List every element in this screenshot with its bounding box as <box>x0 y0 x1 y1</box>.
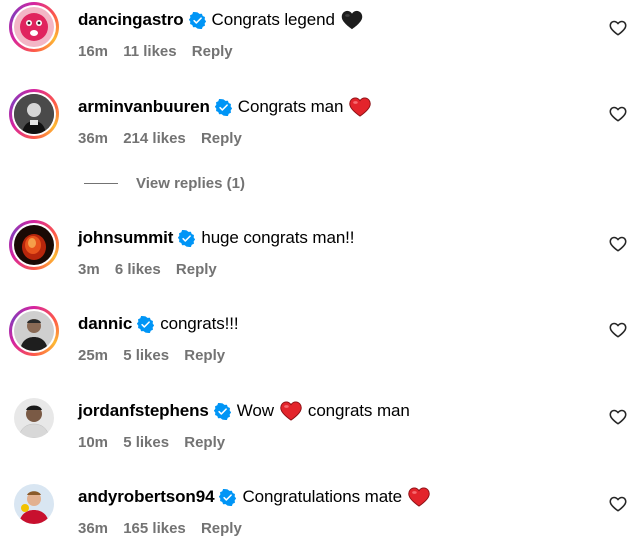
pink-smiley-avatar-icon <box>14 7 54 47</box>
view-replies-label: View replies (1) <box>136 174 245 192</box>
username[interactable]: dancingastro <box>78 9 184 31</box>
comment-item: andyrobertson94 Congratulations mate 36m… <box>0 479 634 539</box>
comment-text: Congratulations mate <box>242 487 403 506</box>
reply-button[interactable]: Reply <box>201 130 242 147</box>
username[interactable]: arminvanbuuren <box>78 96 210 118</box>
comment-text: congrats man <box>307 401 410 420</box>
reply-button[interactable]: Reply <box>184 434 225 451</box>
like-heart-icon[interactable] <box>609 106 627 122</box>
username[interactable]: jordanfstephens <box>78 400 209 422</box>
comment-time: 36m <box>78 130 109 147</box>
likes-count[interactable]: 214 likes <box>123 130 186 147</box>
like-heart-icon[interactable] <box>609 496 627 512</box>
likes-count[interactable]: 11 likes <box>123 43 176 60</box>
football-player-avatar-icon <box>14 484 54 524</box>
man-portrait-avatar-icon <box>14 311 54 351</box>
username[interactable]: johnsummit <box>78 227 173 249</box>
username[interactable]: dannic <box>78 313 132 335</box>
divider <box>84 182 118 184</box>
reply-button[interactable]: Reply <box>176 261 217 278</box>
red-fire-avatar-icon <box>14 225 54 265</box>
comment-item: jordanfstephens Wow congrats man 10m 5 l… <box>0 393 634 453</box>
man-portrait-avatar-icon <box>14 398 54 438</box>
likes-count[interactable]: 5 likes <box>123 347 169 364</box>
red-heart-icon <box>408 487 430 507</box>
verified-badge-icon <box>213 402 231 420</box>
like-heart-icon[interactable] <box>609 20 627 36</box>
like-heart-icon[interactable] <box>609 409 627 425</box>
view-replies-button[interactable]: View replies (1) <box>84 172 245 194</box>
comment-text: Congrats legend <box>211 10 335 29</box>
verified-badge-icon <box>188 11 206 29</box>
comment-time: 36m <box>78 520 109 537</box>
comment-item: arminvanbuuren Congrats man 36m 214 like… <box>0 89 634 149</box>
comment-time: 10m <box>78 434 109 451</box>
likes-count[interactable]: 5 likes <box>123 434 169 451</box>
like-heart-icon[interactable] <box>609 322 627 338</box>
avatar[interactable] <box>9 306 59 356</box>
comment-text: Wow <box>236 401 274 420</box>
comment-time: 3m <box>78 261 100 278</box>
comment-text: congrats!!! <box>160 314 239 333</box>
avatar[interactable] <box>9 89 59 139</box>
reply-button[interactable]: Reply <box>201 520 242 537</box>
bw-portrait-avatar-icon <box>14 94 54 134</box>
likes-count[interactable]: 6 likes <box>115 261 161 278</box>
comment-time: 16m <box>78 43 109 60</box>
avatar[interactable] <box>9 479 59 529</box>
reply-button[interactable]: Reply <box>184 347 225 364</box>
reply-button[interactable]: Reply <box>192 43 233 60</box>
verified-badge-icon <box>137 315 155 333</box>
verified-badge-icon <box>214 98 232 116</box>
comment-item: johnsummit huge congrats man!! 3m 6 like… <box>0 220 634 280</box>
like-heart-icon[interactable] <box>609 236 627 252</box>
verified-badge-icon <box>178 229 196 247</box>
username[interactable]: andyrobertson94 <box>78 486 215 508</box>
likes-count[interactable]: 165 likes <box>123 520 186 537</box>
comment-text: huge congrats man!! <box>201 228 355 247</box>
black-heart-icon <box>341 10 363 30</box>
comment-time: 25m <box>78 347 109 364</box>
verified-badge-icon <box>219 488 237 506</box>
red-heart-icon <box>280 401 302 421</box>
comment-item: dancingastro Congrats legend 16m 11 like… <box>0 2 634 62</box>
avatar[interactable] <box>9 393 59 443</box>
comment-text: Congrats man <box>237 97 344 116</box>
avatar[interactable] <box>9 220 59 270</box>
comment-item: dannic congrats!!! 25m 5 likes Reply <box>0 306 634 366</box>
avatar[interactable] <box>9 2 59 52</box>
red-heart-icon <box>349 97 372 117</box>
